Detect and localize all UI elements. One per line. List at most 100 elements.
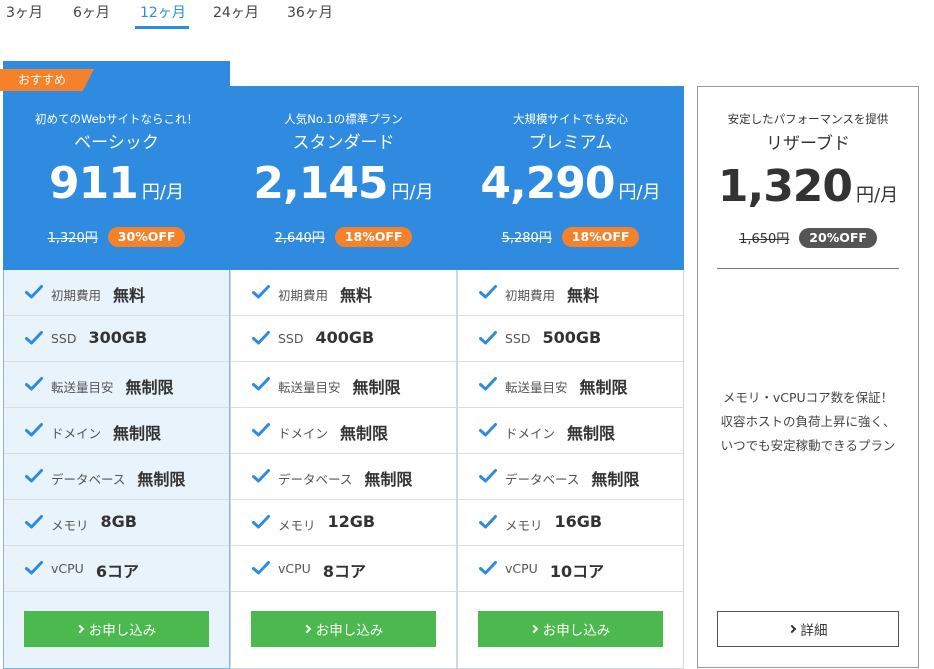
feature-label: 初期費用 bbox=[505, 288, 556, 303]
plan-price: 1,320 円/月 bbox=[698, 161, 918, 212]
check-icon bbox=[252, 515, 270, 529]
feature-label: SSD bbox=[278, 331, 304, 346]
price-amount: 4,290 bbox=[480, 158, 615, 209]
price-unit: 円/月 bbox=[141, 182, 184, 203]
price-unit: 円/月 bbox=[856, 185, 899, 206]
original-price: 1,650円 bbox=[739, 232, 790, 247]
plan-description: メモリ・vCPUコア数を保証！収容ホストの負荷上昇に強く、いつでも安定稼動できる… bbox=[720, 390, 896, 453]
chevron-right-icon bbox=[529, 624, 538, 634]
feature-value: 無料 bbox=[113, 286, 146, 305]
plan-discount: 1,320円 30%OFF bbox=[3, 226, 230, 247]
feature-row-vcpu: vCPU 8コア bbox=[231, 546, 456, 592]
feature-label: ドメイン bbox=[278, 426, 329, 441]
feature-row-setup-fee: 初期費用 無料 bbox=[4, 270, 229, 316]
recommended-ribbon: おすすめ bbox=[0, 69, 94, 91]
apply-button[interactable]: お申し込み bbox=[24, 611, 209, 647]
feature-row-domain: ドメイン 無制限 bbox=[231, 408, 456, 454]
check-icon bbox=[25, 515, 43, 529]
check-icon bbox=[25, 331, 43, 345]
plan-features: 初期費用 無料 SSD 400GB 転送量目安 無制限 ドメイン 無制限 データ… bbox=[230, 270, 457, 669]
feature-label: 初期費用 bbox=[51, 288, 102, 303]
check-icon bbox=[25, 423, 43, 437]
chevron-right-icon bbox=[787, 624, 796, 634]
plan-catchphrase: 安定したパフォーマンスを提供 bbox=[727, 112, 889, 126]
price-amount: 1,320 bbox=[717, 161, 853, 212]
plan-card-reserved: 安定したパフォーマンスを提供 リザーブド 1,320 円/月 1,650円 20%O… bbox=[697, 86, 919, 668]
feature-label: メモリ bbox=[505, 518, 543, 533]
plan-header: 大規模サイトでも安心 プレミアム 4,290 円/月 5,280円 18%OFF bbox=[457, 86, 684, 270]
original-price: 5,280円 bbox=[501, 231, 552, 246]
plan-price: 4,290 円/月 bbox=[457, 158, 684, 209]
check-icon bbox=[479, 331, 497, 345]
feature-value: 8コア bbox=[322, 562, 366, 581]
feature-label: ドメイン bbox=[51, 426, 102, 441]
discount-badge: 18%OFF bbox=[334, 226, 413, 247]
plan-card-premium: 大規模サイトでも安心 プレミアム 4,290 円/月 5,280円 18%OFF 初… bbox=[457, 0, 684, 669]
check-icon bbox=[479, 377, 497, 391]
plan-price: 911 円/月 bbox=[3, 158, 230, 209]
feature-label: 転送量目安 bbox=[51, 380, 114, 395]
check-icon bbox=[479, 285, 497, 299]
check-icon bbox=[252, 331, 270, 345]
divider bbox=[717, 268, 899, 269]
check-icon bbox=[479, 423, 497, 437]
chevron-right-icon bbox=[302, 624, 311, 634]
feature-row-transfer: 転送量目安 無制限 bbox=[4, 362, 229, 408]
apply-button[interactable]: お申し込み bbox=[251, 611, 436, 647]
feature-value: 無制限 bbox=[125, 378, 174, 397]
discount-badge: 30%OFF bbox=[107, 226, 186, 247]
feature-label: vCPU bbox=[51, 561, 84, 576]
feature-row-setup-fee: 初期費用 無料 bbox=[458, 270, 683, 316]
plan-header: 初めてのWebサイトならこれ！ ベーシック 911 円/月 1,320円 30%OF… bbox=[3, 61, 230, 270]
feature-label: 転送量目安 bbox=[278, 380, 341, 395]
discount-badge: 20%OFF bbox=[799, 227, 877, 248]
feature-value: 8GB bbox=[100, 512, 137, 531]
check-icon bbox=[25, 285, 43, 299]
plan-features: 初期費用 無料 SSD 500GB 転送量目安 無制限 ドメイン 無制限 データ… bbox=[457, 270, 684, 669]
feature-label: vCPU bbox=[505, 561, 538, 576]
plan-discount: 1,650円 20%OFF bbox=[698, 227, 918, 248]
feature-row-memory: メモリ 16GB bbox=[458, 500, 683, 546]
plan-name: プレミアム bbox=[528, 133, 613, 153]
feature-label: SSD bbox=[505, 331, 531, 346]
feature-row-memory: メモリ 12GB bbox=[231, 500, 456, 546]
details-button[interactable]: 詳細 bbox=[717, 611, 899, 647]
apply-button[interactable]: お申し込み bbox=[478, 611, 663, 647]
original-price: 1,320円 bbox=[47, 231, 98, 246]
feature-label: メモリ bbox=[51, 518, 89, 533]
feature-row-transfer: 転送量目安 無制限 bbox=[231, 362, 456, 408]
check-icon bbox=[479, 469, 497, 483]
feature-value: 6コア bbox=[95, 562, 139, 581]
feature-value: 無制限 bbox=[113, 424, 162, 443]
feature-row-domain: ドメイン 無制限 bbox=[4, 408, 229, 454]
feature-row-ssd: SSD 300GB bbox=[4, 316, 229, 362]
feature-row-database: データベース 無制限 bbox=[458, 454, 683, 500]
feature-label: データベース bbox=[51, 472, 126, 487]
feature-value: 無制限 bbox=[352, 378, 401, 397]
plan-name: スタンダード bbox=[292, 133, 395, 153]
details-button-label: 詳細 bbox=[800, 623, 828, 639]
discount-badge: 18%OFF bbox=[561, 226, 640, 247]
check-icon bbox=[252, 377, 270, 391]
feature-row-vcpu: vCPU 6コア bbox=[4, 546, 229, 592]
feature-value: 無料 bbox=[340, 286, 373, 305]
feature-value: 12GB bbox=[327, 512, 376, 531]
feature-value: 16GB bbox=[554, 512, 603, 531]
feature-value: 無制限 bbox=[340, 424, 389, 443]
plan-card-standard: 人気No.1の標準プラン スタンダード 2,145 円/月 2,640円 18%OF… bbox=[230, 0, 457, 669]
plan-catchphrase: 初めてのWebサイトならこれ！ bbox=[34, 112, 199, 126]
plan-features: 初期費用 無料 SSD 300GB 転送量目安 無制限 ドメイン 無制限 データ… bbox=[3, 270, 230, 669]
feature-value: 無料 bbox=[567, 286, 600, 305]
apply-button-label: お申し込み bbox=[542, 623, 611, 639]
feature-row-ssd: SSD 500GB bbox=[458, 316, 683, 362]
check-icon bbox=[252, 285, 270, 299]
original-price: 2,640円 bbox=[274, 231, 325, 246]
plan-price: 2,145 円/月 bbox=[230, 158, 457, 209]
feature-label: データベース bbox=[505, 472, 580, 487]
feature-row-database: データベース 無制限 bbox=[231, 454, 456, 500]
feature-label: データベース bbox=[278, 472, 353, 487]
plan-name: ベーシック bbox=[74, 133, 159, 153]
feature-row-memory: メモリ 8GB bbox=[4, 500, 229, 546]
feature-value: 500GB bbox=[542, 328, 602, 347]
check-icon bbox=[479, 515, 497, 529]
